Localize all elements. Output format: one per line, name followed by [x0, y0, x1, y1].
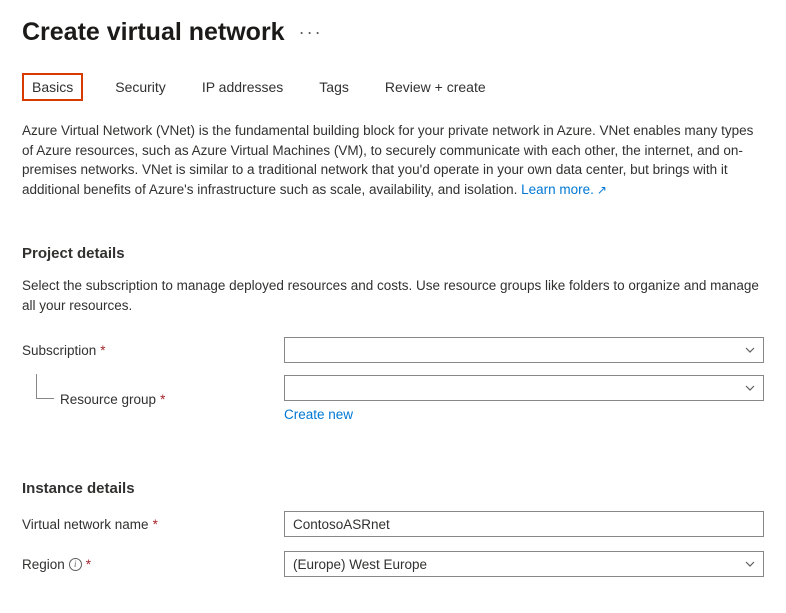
project-details-desc: Select the subscription to manage deploy…: [22, 276, 764, 315]
chevron-down-icon: [745, 559, 755, 569]
vnet-name-label: Virtual network name *: [22, 517, 284, 532]
vnet-name-row: Virtual network name *: [22, 511, 764, 537]
page-header: Create virtual network ···: [22, 18, 764, 47]
required-indicator: *: [86, 557, 91, 572]
page-title: Create virtual network: [22, 18, 285, 47]
subscription-select[interactable]: [284, 337, 764, 363]
intro-text: Azure Virtual Network (VNet) is the fund…: [22, 121, 764, 199]
subscription-label: Subscription *: [22, 343, 284, 358]
region-row: Region i * (Europe) West Europe: [22, 551, 764, 577]
resource-group-select[interactable]: [284, 375, 764, 401]
info-icon[interactable]: i: [69, 558, 82, 571]
tab-tags[interactable]: Tags: [315, 73, 353, 101]
region-value: (Europe) West Europe: [293, 557, 427, 572]
chevron-down-icon: [745, 345, 755, 355]
project-details-title: Project details: [22, 245, 764, 262]
required-indicator: *: [100, 343, 105, 358]
vnet-name-input[interactable]: [284, 511, 764, 537]
learn-more-link[interactable]: Learn more.↗: [521, 182, 607, 197]
tab-ip-addresses[interactable]: IP addresses: [198, 73, 287, 101]
tabs: Basics Security IP addresses Tags Review…: [22, 73, 764, 101]
region-select[interactable]: (Europe) West Europe: [284, 551, 764, 577]
required-indicator: *: [153, 517, 158, 532]
region-label: Region i *: [22, 557, 284, 572]
tab-basics[interactable]: Basics: [22, 73, 83, 101]
resource-group-row: Resource group * Create new: [22, 375, 764, 424]
subscription-row: Subscription *: [22, 337, 764, 363]
required-indicator: *: [160, 392, 165, 407]
create-new-link[interactable]: Create new: [284, 407, 353, 422]
tab-review-create[interactable]: Review + create: [381, 73, 490, 101]
chevron-down-icon: [745, 383, 755, 393]
external-link-icon: ↗: [597, 183, 607, 197]
tab-security[interactable]: Security: [111, 73, 170, 101]
instance-details-title: Instance details: [22, 480, 764, 497]
resource-group-label: Resource group *: [22, 392, 284, 407]
intro-body: Azure Virtual Network (VNet) is the fund…: [22, 123, 753, 197]
more-actions-button[interactable]: ···: [299, 22, 323, 43]
